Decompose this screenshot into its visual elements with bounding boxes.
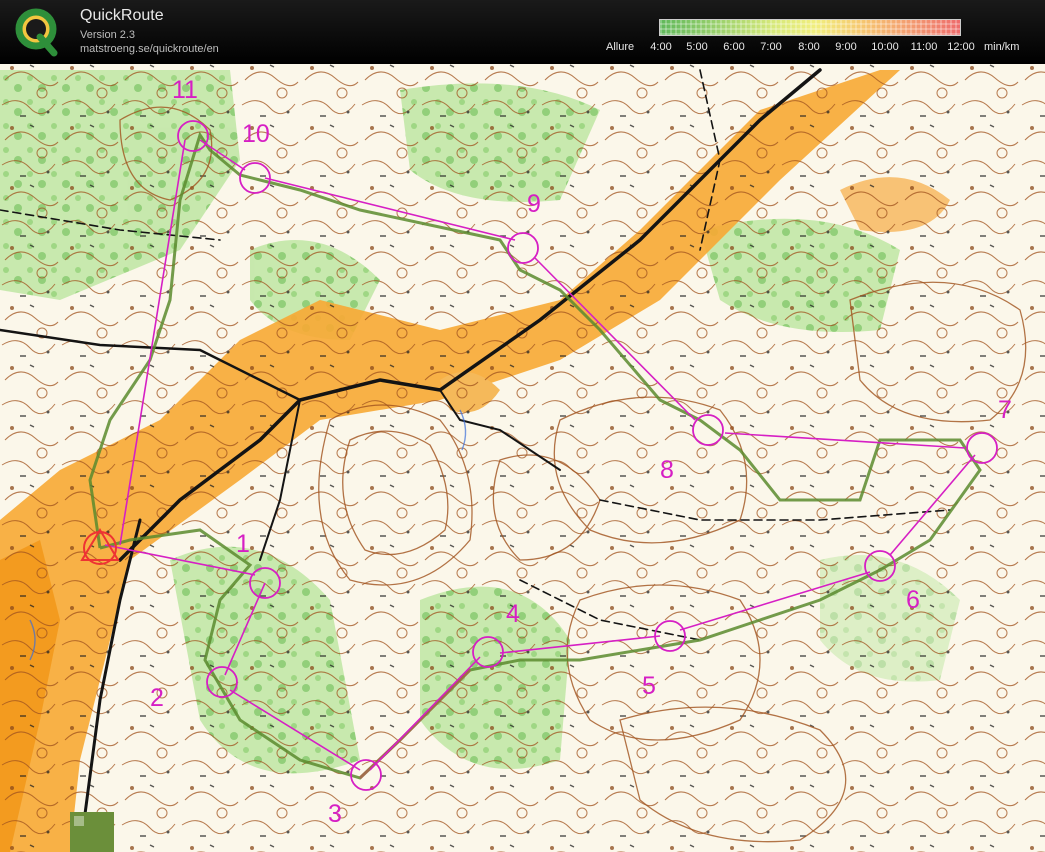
- control-number-7: 7: [998, 396, 1012, 424]
- pace-legend-tick: 4:00: [650, 41, 672, 53]
- app-url: matstroeng.se/quickroute/en: [80, 43, 219, 55]
- control-number-3: 3: [328, 800, 342, 828]
- pace-legend-tick: 6:00: [723, 41, 745, 53]
- app-header: QuickRoute Version 2.3 matstroeng.se/qui…: [0, 0, 1045, 64]
- control-number-2: 2: [150, 684, 164, 712]
- app-version: Version 2.3: [80, 29, 136, 41]
- control-number-1: 1: [236, 530, 250, 558]
- pace-legend-label: Allure: [606, 41, 635, 53]
- control-number-6: 6: [906, 586, 920, 614]
- map-canvas: 1 2 3 4 5 6 7 8 9 10 11: [0, 64, 1045, 852]
- pace-legend-tick: 7:00: [760, 41, 782, 53]
- pace-legend-tick: 10:00: [871, 41, 899, 53]
- app-title: QuickRoute: [80, 7, 164, 24]
- orienteering-map[interactable]: 1 2 3 4 5 6 7 8 9 10 11: [0, 64, 1045, 852]
- control-number-5: 5: [642, 672, 656, 700]
- pace-legend-tick: 5:00: [686, 41, 708, 53]
- control-number-8: 8: [660, 456, 674, 484]
- control-number-10: 10: [242, 120, 270, 148]
- pace-legend-unit: min/km: [984, 41, 1020, 53]
- control-number-11: 11: [172, 76, 198, 104]
- contour-texture: [0, 64, 1045, 852]
- pace-legend-tick: 11:00: [910, 41, 938, 53]
- quickroute-logo-icon: [15, 8, 58, 57]
- control-number-9: 9: [527, 190, 541, 218]
- pace-legend-tick: 12:00: [947, 41, 975, 53]
- pace-legend-tick: 8:00: [798, 41, 820, 53]
- pace-legend-bar: [659, 19, 961, 36]
- control-number-4: 4: [506, 600, 520, 628]
- pace-legend-tick: 9:00: [835, 41, 857, 53]
